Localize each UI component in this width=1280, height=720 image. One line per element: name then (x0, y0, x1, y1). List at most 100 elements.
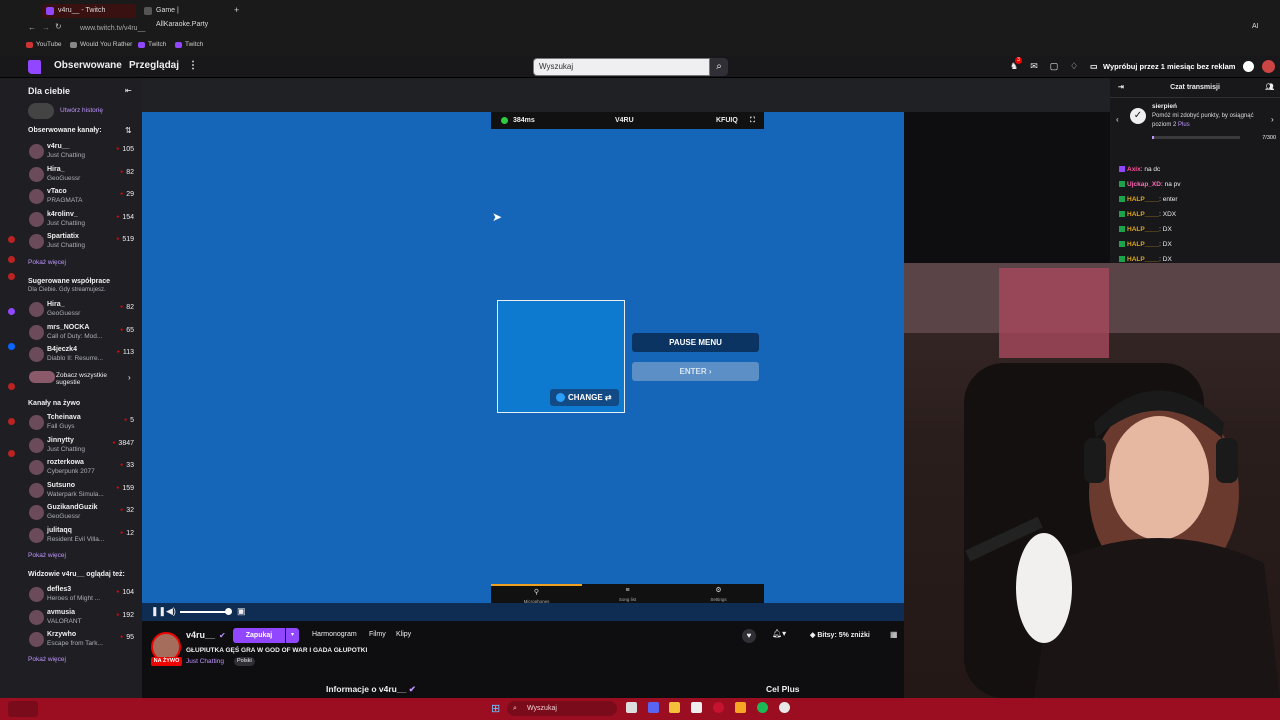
story-avatar[interactable] (28, 103, 54, 119)
chat-username[interactable]: HALP____ (1127, 226, 1159, 233)
rail-icon[interactable] (8, 308, 15, 315)
extensions-icon[interactable]: ▦ (890, 630, 898, 639)
chat-username[interactable]: HALP____ (1127, 241, 1159, 248)
heart-icon[interactable]: ♥ (742, 629, 756, 643)
pause-icon[interactable]: ❚❚ (151, 606, 166, 617)
chat-username[interactable]: HALP____ (1127, 196, 1159, 203)
rail-icon[interactable] (8, 418, 15, 425)
pause-menu-button[interactable]: PAUSE MENU (632, 333, 759, 352)
show-more-also[interactable]: Pokaż więcej (28, 656, 66, 663)
file-explorer-icon[interactable] (669, 702, 680, 713)
search-input[interactable]: Wyszukaj (533, 58, 710, 76)
new-tab-icon[interactable]: + (234, 5, 239, 15)
sidebar-channel[interactable]: v4ru__ Just Chatting 105 (0, 141, 142, 163)
rail-icon[interactable] (8, 343, 15, 350)
enter-button[interactable]: ENTER › (632, 362, 759, 381)
forward-icon[interactable]: → (42, 23, 50, 32)
nav-more-icon[interactable]: ⋮ (188, 60, 198, 71)
collapse-sidebar-icon[interactable]: ⇤ (125, 86, 132, 95)
rail-icon[interactable] (8, 236, 15, 243)
twitch-logo-icon[interactable] (28, 60, 41, 74)
ai-label[interactable]: AI (1252, 23, 1259, 30)
bookmark-twitch-2[interactable]: Twitch (175, 40, 203, 50)
chat-username[interactable]: Axix (1127, 166, 1141, 173)
tab-videos[interactable]: Filmy (369, 631, 386, 638)
bits-button[interactable]: ◆ Bitsy: 5% zniżki (810, 628, 870, 643)
rail-icon[interactable] (8, 450, 15, 457)
create-story-link[interactable]: Utwórz historię (60, 107, 103, 114)
prime-icon[interactable]: ♢ (1069, 61, 1079, 71)
sidebar-channel[interactable]: Spartiatix Just Chatting 519 (0, 231, 142, 253)
ad-free-promo-button[interactable]: ▭ Wypróbuj przez 1 miesiąc bez reklam (1090, 59, 1235, 75)
nav-browse[interactable]: Przeglądaj (129, 60, 179, 71)
reload-icon[interactable]: ↻ (55, 22, 62, 31)
goal-prev-icon[interactable]: ‹ (1116, 115, 1119, 124)
volume-slider[interactable] (180, 611, 228, 613)
back-icon[interactable]: ← (28, 23, 36, 32)
tab-schedule[interactable]: Harmonogram (312, 631, 357, 638)
sidebar-channel[interactable]: Sutsuno Waterpark Simula... 159 (0, 480, 142, 502)
browser-tab-karaoke[interactable]: Game | AllKaraoke.Party (140, 4, 232, 28)
sidebar-channel[interactable]: Krzywho Escape from Tark... 95 (0, 629, 142, 651)
volume-handle[interactable] (225, 608, 232, 615)
sidebar-channel[interactable]: B4jeczk4 Diablo II: Resurre... 113 (0, 344, 142, 366)
sidebar-channel[interactable]: Tcheinava Fall Guys 5 (0, 412, 142, 434)
chrome-icon[interactable] (779, 702, 790, 713)
subscribe-button[interactable]: Zapukaj (233, 628, 285, 643)
sidebar-channel[interactable]: k4rolinv_ Just Chatting 154 (0, 209, 142, 231)
store-icon[interactable] (691, 702, 702, 713)
sidebar-channel[interactable]: avmusia VALORANT 192 (0, 607, 142, 629)
inbox-icon[interactable]: ✉ (1029, 61, 1039, 71)
sidebar-channel[interactable]: mrs_NOCKA Call of Duty: Mod... 65 (0, 322, 142, 344)
show-more-followed[interactable]: Pokaż więcej (28, 259, 66, 266)
search-button[interactable]: ⌕ (710, 58, 728, 76)
sidebar-channel[interactable]: julitaqq Resident Evil Villa... 12 (0, 525, 142, 547)
change-button[interactable]: CHANGE ⇄ (550, 389, 619, 406)
sidebar-channel[interactable]: Jinnytty Just Chatting 3847 (0, 435, 142, 457)
tab-song-list[interactable]: ≡ Song list (582, 584, 673, 605)
streamer-name[interactable]: v4ru__ (186, 630, 215, 640)
weather-widget[interactable] (8, 701, 38, 717)
volume-icon[interactable]: ◀) (166, 606, 176, 617)
users-icon[interactable]: 👥︎ (1265, 78, 1274, 98)
taskbar-search[interactable]: ⌕ Wyszukaj (507, 701, 617, 716)
category-link[interactable]: Just Chatting (186, 658, 224, 665)
sidebar-channel[interactable]: rozterkowa Cyberpunk 2077 33 (0, 457, 142, 479)
whispers-icon[interactable]: ▢ (1049, 61, 1059, 71)
tab-microphones[interactable]: ⚲ Microphones (491, 584, 582, 605)
task-view-icon[interactable] (626, 702, 637, 713)
nav-following[interactable]: Obserwowane (54, 60, 122, 71)
chat-username[interactable]: HALP____ (1127, 211, 1159, 218)
bookmark-twitch[interactable]: Twitch (138, 40, 166, 50)
rail-icon[interactable] (8, 273, 15, 280)
chevron-down-icon[interactable]: ▾ (286, 628, 299, 643)
sidebar-channel[interactable]: Hira_ GeoGuessr 82 (0, 299, 142, 321)
chat-username[interactable]: HALP____ (1127, 256, 1159, 263)
rail-icon[interactable] (8, 383, 15, 390)
sidebar-channel[interactable]: defles3 Heroes of Might ... 104 (0, 584, 142, 606)
tab-settings[interactable]: ⚙ Settings (673, 584, 764, 605)
bookmark-would-you-rather[interactable]: Would You Rather (70, 40, 132, 50)
video-player[interactable]: 384ms V4RU KFUIQ ⛶ CHANGE ⇄ PAUSE MENU E… (142, 78, 1110, 621)
collapse-chat-icon[interactable]: ⇥ (1118, 78, 1124, 98)
browser-tab-twitch[interactable]: v4ru__ - Twitch (42, 4, 136, 18)
show-more-live[interactable]: Pokaż więcej (28, 552, 66, 559)
chevron-right-icon[interactable]: › (128, 373, 131, 382)
sidebar-channel[interactable]: Hira_ GeoGuessr 82 (0, 164, 142, 186)
windows-start-icon[interactable]: ⊞ (491, 702, 500, 715)
goal-next-icon[interactable]: › (1271, 115, 1274, 124)
notification-bell-icon[interactable]: 🔔︎▾ (772, 629, 786, 638)
address-bar[interactable]: www.twitch.tv/v4ru__ (80, 22, 1180, 36)
user-avatar[interactable] (1262, 60, 1275, 73)
clip-icon[interactable]: ▣ (237, 606, 246, 617)
see-all-suggestions[interactable]: Zobacz wszystkie sugestie (56, 372, 107, 386)
chat-username[interactable]: Ujckap_XD (1127, 181, 1161, 188)
turbo-icon[interactable] (1243, 61, 1254, 72)
tab-clips[interactable]: Klipy (396, 631, 411, 638)
discord-icon[interactable] (648, 702, 659, 713)
fullscreen-icon[interactable]: ⛶ (750, 112, 755, 129)
bookmark-youtube[interactable]: YouTube (26, 40, 62, 50)
opera-icon[interactable] (713, 702, 724, 713)
sort-icon[interactable]: ⇅ (125, 126, 132, 135)
sidebar-channel[interactable]: vTaco PRAGMATA 29 (0, 186, 142, 208)
